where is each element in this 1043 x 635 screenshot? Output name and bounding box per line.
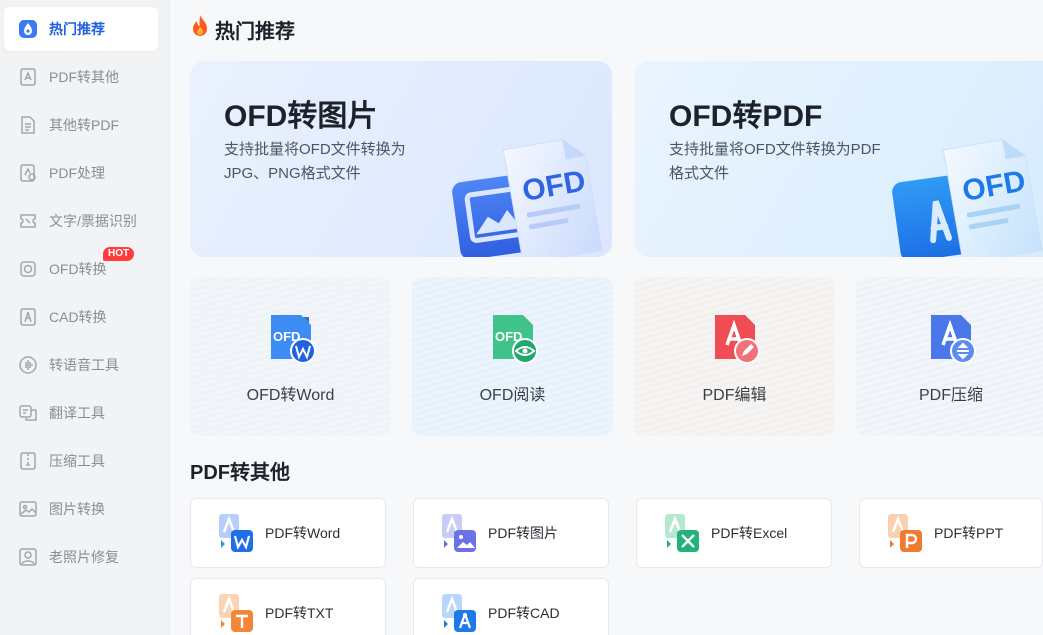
ofd-reader-eye-icon: OFD [492,315,538,364]
pdf-to-word-icon [219,514,253,552]
tile-pdf-edit[interactable]: PDF编辑 [634,277,835,436]
sidebar-item-ofd-convert[interactable]: OFD转换 HOT [4,247,158,291]
tile-pdf-compress[interactable]: PDF压缩 [856,277,1043,436]
sidebar-item-label: 翻译工具 [49,405,105,421]
tool-pdf-to-txt[interactable]: PDF转TXT [190,578,386,635]
tile-label: PDF编辑 [702,387,767,404]
sidebar-item-label: 热门推荐 [49,21,105,37]
tile-ofd-to-word[interactable]: OFD OFD转Word [190,277,391,436]
hot-section-title: 热门推荐 [190,14,295,44]
ofd-to-pdf-illustration: OFD [892,139,1043,257]
tile-label: OFD转Word [246,387,335,404]
tool-pdf-to-image[interactable]: PDF转图片 [413,498,609,568]
tool-pdf-to-excel[interactable]: PDF转Excel [636,498,832,568]
sidebar-item-ocr[interactable]: 文字/票据识别 [4,199,158,243]
main-content: 热门推荐 OFD转图片 支持批量将OFD文件转换为JPG、PNG格式文件 OFD [170,0,1043,635]
hero-title: OFD转PDF [669,100,823,133]
tool-pdf-to-cad[interactable]: PDF转CAD [413,578,609,635]
pdf-process-icon [17,162,39,184]
hot-badge: HOT [103,247,135,261]
pdf-compress-icon [931,315,976,364]
pdf-to-excel-icon [665,514,699,552]
sidebar: 热门推荐 PDF转其他 其他转PDF PDF处理 文字/票据识别 OFD转换 H… [0,0,170,635]
sidebar-item-cad-convert[interactable]: CAD转换 [4,295,158,339]
photo-restore-icon [17,546,39,568]
sidebar-item-pdf-process[interactable]: PDF处理 [4,151,158,195]
sidebar-item-label: OFD转换 [49,261,107,277]
hero-description: 支持批量将OFD文件转换为JPG、PNG格式文件 [224,141,406,182]
tool-pdf-to-ppt[interactable]: PDF转PPT [859,498,1043,568]
tool-label: PDF转PPT [934,525,1004,541]
sidebar-item-label: 其他转PDF [49,117,119,133]
drop-badge-icon [17,18,39,40]
tool-label: PDF转CAD [488,605,560,621]
pdf-to-image-icon [442,514,476,552]
sidebar-item-photo-restore[interactable]: 老照片修复 [4,535,158,579]
sidebar-item-compress[interactable]: 压缩工具 [4,439,158,483]
tile-label: OFD阅读 [479,387,546,404]
tool-label: PDF转图片 [488,525,558,541]
sidebar-item-label: 压缩工具 [49,453,105,469]
translate-icon [17,402,39,424]
sidebar-item-translate[interactable]: 翻译工具 [4,391,158,435]
ofd-to-word-icon: OFD [270,315,316,364]
tool-label: PDF转TXT [265,605,334,621]
sidebar-item-label: 老照片修复 [49,549,119,565]
hero-title: OFD转图片 [224,100,378,133]
voice-wave-icon [17,354,39,376]
hero-description: 支持批量将OFD文件转换为PDF格式文件 [669,141,881,182]
tool-pdf-to-word[interactable]: PDF转Word [190,498,386,568]
tile-label: PDF压缩 [918,387,983,404]
sidebar-item-hot[interactable]: 热门推荐 [4,7,158,51]
tool-label: PDF转Excel [711,525,788,541]
tool-label: PDF转Word [265,525,341,541]
sidebar-item-other-to-pdf[interactable]: 其他转PDF [4,103,158,147]
sidebar-item-label: PDF处理 [49,165,105,181]
hero-card-ofd-to-pdf[interactable]: OFD转PDF 支持批量将OFD文件转换为PDF格式文件 OFD [635,61,1043,257]
sidebar-item-image-convert[interactable]: 图片转换 [4,487,158,531]
sidebar-item-label: 转语音工具 [49,357,119,373]
ofd-convert-icon [17,258,39,280]
pdf-to-txt-icon [219,594,253,632]
cad-compass-icon [17,306,39,328]
compress-icon [17,450,39,472]
flame-icon [190,14,210,44]
pdf-other-section-title: PDF转其他 [190,462,290,484]
sidebar-item-label: 文字/票据识别 [49,213,137,229]
sidebar-item-voice[interactable]: 转语音工具 [4,343,158,387]
tile-ofd-reader[interactable]: OFD OFD阅读 [412,277,613,436]
ticket-scan-icon [17,210,39,232]
pdf-import-icon [17,114,39,136]
pdf-to-ppt-icon [888,514,922,552]
pdf-edit-icon [714,315,760,364]
sidebar-item-pdf-to-other[interactable]: PDF转其他 [4,55,158,99]
pdf-to-cad-icon [442,594,476,632]
sidebar-item-label: 图片转换 [49,501,105,517]
sidebar-item-label: PDF转其他 [49,69,119,85]
pdf-export-icon [17,66,39,88]
sidebar-item-label: CAD转换 [49,309,107,325]
hero-card-ofd-to-image[interactable]: OFD转图片 支持批量将OFD文件转换为JPG、PNG格式文件 OFD [190,61,612,257]
ofd-to-image-illustration: OFD [452,139,603,257]
image-icon [17,498,39,520]
